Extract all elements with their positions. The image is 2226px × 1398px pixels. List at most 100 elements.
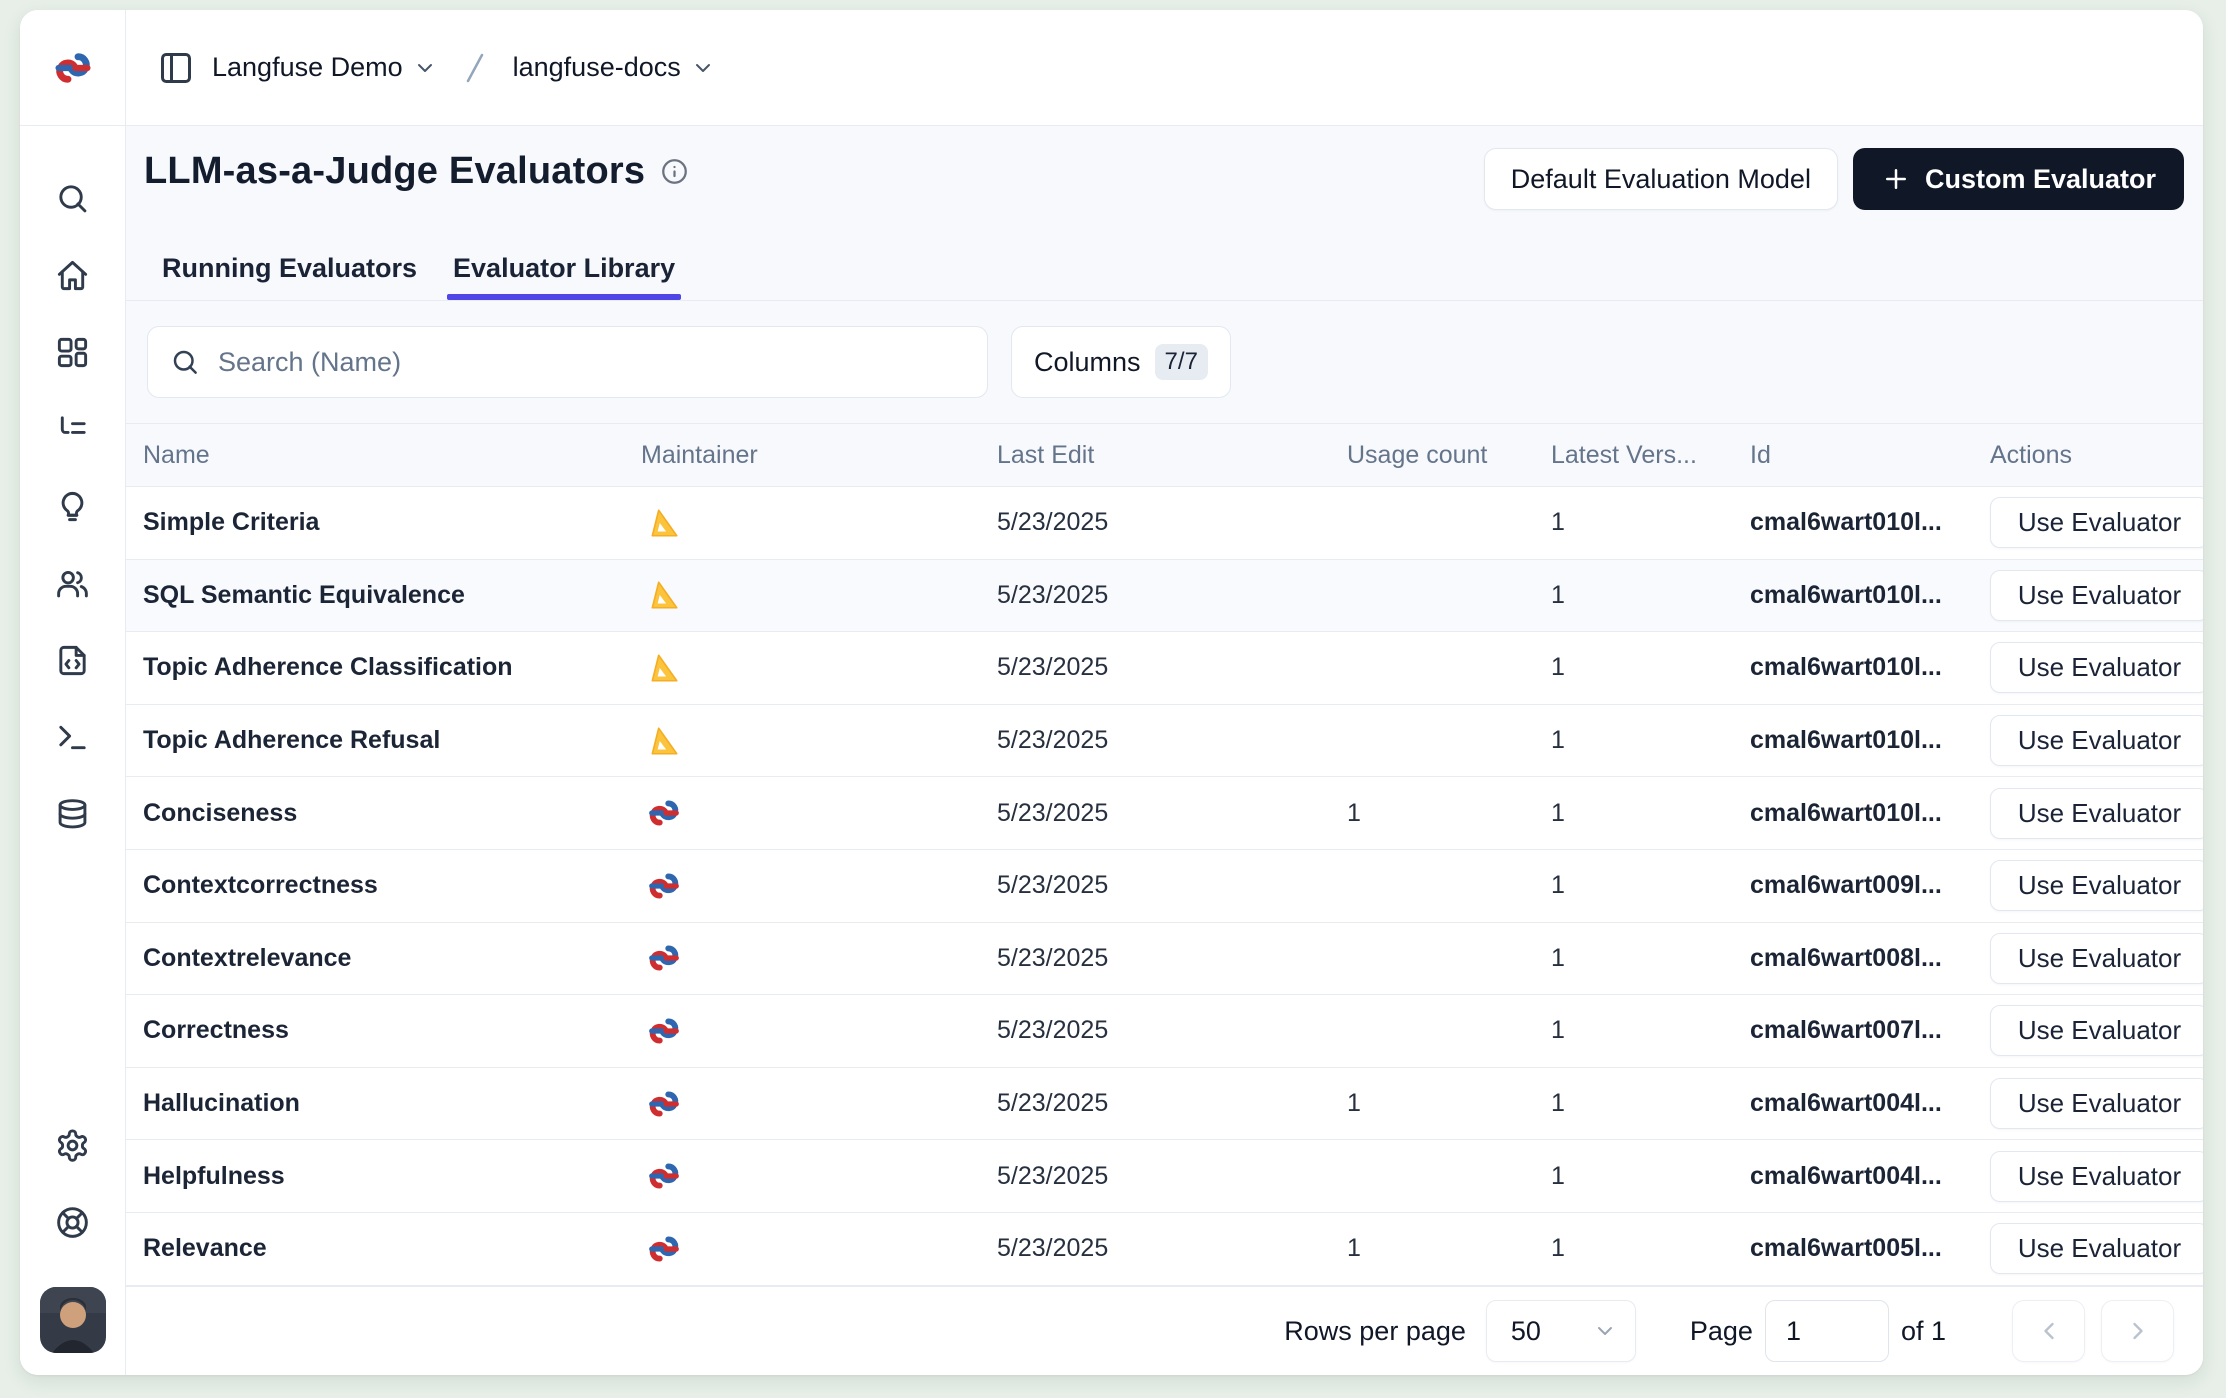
- sidebar-item-prompts[interactable]: [39, 622, 107, 699]
- use-evaluator-button[interactable]: Use Evaluator: [1990, 715, 2203, 766]
- cell-date: 5/23/2025: [997, 1162, 1347, 1191]
- cell-usage: 1: [1347, 1234, 1551, 1263]
- sidebar-item-home[interactable]: [39, 237, 107, 314]
- actions-cell: Use Evaluator: [1990, 570, 2203, 621]
- actions-cell: Use Evaluator: [1990, 715, 2203, 766]
- chevron-down-icon: [691, 56, 715, 80]
- table-header: Name Maintainer Last Edit Usage count La…: [126, 423, 2203, 487]
- cell-id: cmal6wart004l...: [1750, 1089, 1990, 1118]
- cell-id: cmal6wart010l...: [1750, 508, 1990, 537]
- use-evaluator-button[interactable]: Use Evaluator: [1990, 497, 2203, 548]
- org-name: Langfuse Demo: [212, 52, 403, 83]
- rows-per-page-select[interactable]: 50: [1486, 1300, 1636, 1362]
- cell-date: 5/23/2025: [997, 871, 1347, 900]
- cell-date: 5/23/2025: [997, 799, 1347, 828]
- use-evaluator-button[interactable]: Use Evaluator: [1990, 570, 2203, 621]
- use-evaluator-button[interactable]: Use Evaluator: [1990, 1223, 2203, 1274]
- table-row[interactable]: Contextcorrectness5/23/20251cmal6wart009…: [126, 850, 2203, 923]
- use-evaluator-button[interactable]: Use Evaluator: [1990, 642, 2203, 693]
- use-evaluator-button[interactable]: Use Evaluator: [1990, 1151, 2203, 1202]
- cell-id: cmal6wart010l...: [1750, 653, 1990, 682]
- use-evaluator-button[interactable]: Use Evaluator: [1990, 860, 2203, 911]
- table-row[interactable]: Helpfulness5/23/20251cmal6wart004l...Use…: [126, 1140, 2203, 1213]
- custom-evaluator-button[interactable]: Custom Evaluator: [1853, 148, 2184, 210]
- previous-page-button[interactable]: [2012, 1300, 2085, 1362]
- use-evaluator-button[interactable]: Use Evaluator: [1990, 933, 2203, 984]
- search-box: [147, 326, 988, 398]
- sidebar-item-settings[interactable]: [39, 1107, 107, 1184]
- ruler-icon: [641, 651, 997, 685]
- column-header-id[interactable]: Id: [1750, 441, 1990, 470]
- table-row[interactable]: Contextrelevance5/23/20251cmal6wart008l.…: [126, 923, 2203, 996]
- user-avatar[interactable]: [40, 1287, 106, 1353]
- sidebar-bottom-items: [39, 1107, 107, 1261]
- cell-date: 5/23/2025: [997, 1234, 1347, 1263]
- tab-running-evaluators[interactable]: Running Evaluators: [160, 239, 419, 300]
- column-header-usage-count[interactable]: Usage count: [1347, 441, 1551, 470]
- cell-id: cmal6wart007l...: [1750, 1016, 1990, 1045]
- table-row[interactable]: Relevance5/23/202511cmal6wart005l...Use …: [126, 1213, 2203, 1286]
- users-icon: [55, 566, 90, 601]
- sidebar-item-search[interactable]: [39, 160, 107, 237]
- use-evaluator-button[interactable]: Use Evaluator: [1990, 1078, 2203, 1129]
- cell-version: 1: [1551, 1162, 1750, 1191]
- table-row[interactable]: SQL Semantic Equivalence5/23/20251cmal6w…: [126, 560, 2203, 633]
- datasets-icon: [55, 797, 90, 832]
- knot-icon: [641, 1087, 997, 1121]
- search-icon: [170, 347, 200, 377]
- default-evaluation-model-button[interactable]: Default Evaluation Model: [1484, 148, 1838, 210]
- project-name: langfuse-docs: [513, 52, 681, 83]
- sidebar-item-dashboard[interactable]: [39, 314, 107, 391]
- toolbar: Columns 7/7: [126, 301, 2203, 423]
- table-row[interactable]: Conciseness5/23/202511cmal6wart010l...Us…: [126, 777, 2203, 850]
- table-row[interactable]: Topic Adherence Refusal5/23/20251cmal6wa…: [126, 705, 2203, 778]
- sidebar-item-support[interactable]: [39, 1184, 107, 1261]
- columns-button[interactable]: Columns 7/7: [1011, 326, 1231, 398]
- next-page-button[interactable]: [2101, 1300, 2174, 1362]
- table-row[interactable]: Topic Adherence Classification5/23/20251…: [126, 632, 2203, 705]
- actions-cell: Use Evaluator: [1990, 1223, 2203, 1274]
- actions-cell: Use Evaluator: [1990, 933, 2203, 984]
- actions-cell: Use Evaluator: [1990, 497, 2203, 548]
- chevron-right-icon: [2124, 1317, 2152, 1345]
- sidebar-item-users[interactable]: [39, 545, 107, 622]
- cell-version: 1: [1551, 726, 1750, 755]
- sidebar-item-playground[interactable]: [39, 699, 107, 776]
- cell-id: cmal6wart004l...: [1750, 1162, 1990, 1191]
- sidebar-item-datasets[interactable]: [39, 776, 107, 853]
- sidebar-item-evaluation[interactable]: [39, 468, 107, 545]
- column-header-last-edit[interactable]: Last Edit: [997, 441, 1347, 470]
- table-row[interactable]: Hallucination5/23/202511cmal6wart004l...…: [126, 1068, 2203, 1141]
- sidebar: [20, 126, 126, 1375]
- tab-evaluator-library[interactable]: Evaluator Library: [451, 239, 677, 300]
- actions-cell: Use Evaluator: [1990, 1078, 2203, 1129]
- table-row[interactable]: Simple Criteria5/23/20251cmal6wart010l..…: [126, 487, 2203, 560]
- info-icon[interactable]: [661, 158, 688, 185]
- org-switcher[interactable]: Langfuse Demo: [212, 52, 437, 83]
- cell-name: Relevance: [143, 1234, 641, 1263]
- search-input[interactable]: [218, 347, 965, 378]
- actions-cell: Use Evaluator: [1990, 1151, 2203, 1202]
- table-row[interactable]: Correctness5/23/20251cmal6wart007l...Use…: [126, 995, 2203, 1068]
- page-number-input[interactable]: [1765, 1300, 1889, 1362]
- panel-left-icon: [158, 50, 194, 86]
- page-label: Page: [1690, 1316, 1753, 1347]
- settings-icon: [55, 1128, 90, 1163]
- cell-version: 1: [1551, 508, 1750, 537]
- sidebar-toggle-button[interactable]: [154, 46, 198, 90]
- sidebar-item-tracing[interactable]: [39, 391, 107, 468]
- use-evaluator-button[interactable]: Use Evaluator: [1990, 1005, 2203, 1056]
- tab-bar: Running Evaluators Evaluator Library: [160, 239, 677, 300]
- ruler-icon: [641, 724, 997, 758]
- project-switcher[interactable]: langfuse-docs: [513, 52, 715, 83]
- plus-icon: [1881, 164, 1911, 194]
- langfuse-logo[interactable]: [20, 10, 126, 125]
- columns-count-badge: 7/7: [1155, 344, 1208, 380]
- use-evaluator-button[interactable]: Use Evaluator: [1990, 788, 2203, 839]
- column-header-name[interactable]: Name: [143, 441, 641, 470]
- column-header-maintainer[interactable]: Maintainer: [641, 441, 997, 470]
- cell-date: 5/23/2025: [997, 508, 1347, 537]
- column-header-latest-version[interactable]: Latest Vers...: [1551, 441, 1750, 470]
- evaluation-icon: [55, 489, 90, 524]
- cell-date: 5/23/2025: [997, 1089, 1347, 1118]
